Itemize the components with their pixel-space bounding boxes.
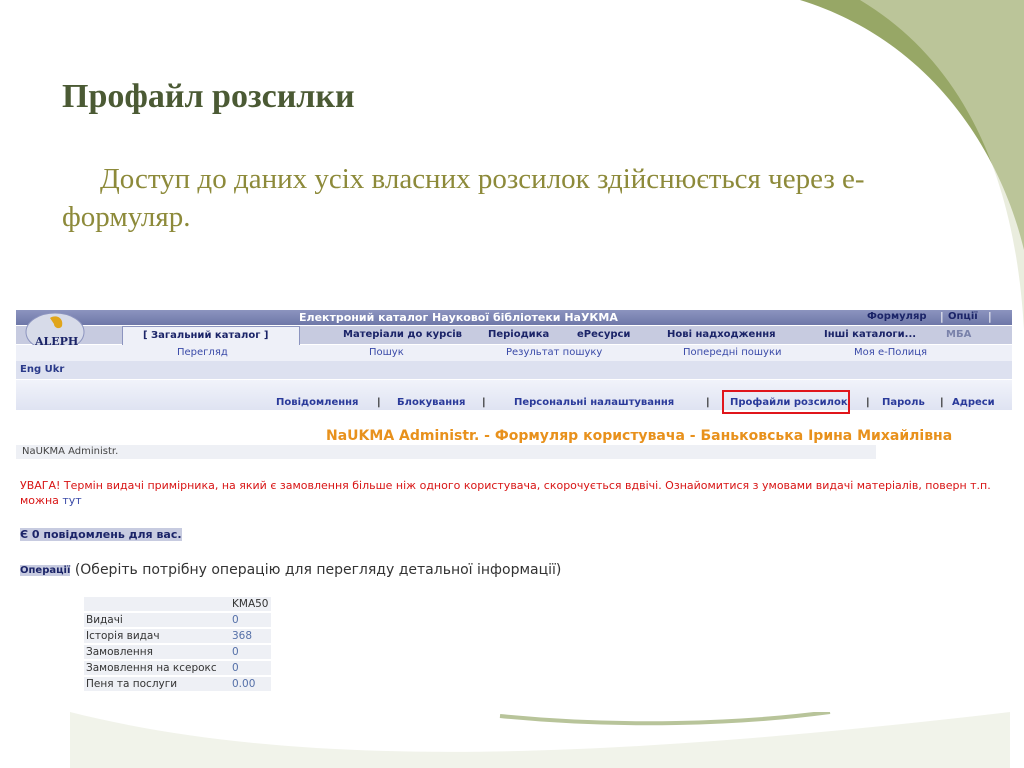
tab-other-catalogs[interactable]: Інші каталоги... [824, 329, 916, 340]
operations-hint: (Оберіть потрібну операцію для перегляду… [74, 562, 562, 578]
table-row[interactable]: Видачі 0 [84, 613, 271, 627]
nav-previous-searches[interactable]: Попередні пошуки [683, 347, 782, 358]
catalog-screenshot: Електроний каталог Наукової бібліотеки Н… [16, 310, 1012, 712]
messages-count[interactable]: Є 0 повідомлень для вас. [20, 528, 182, 541]
separator: | [706, 397, 710, 408]
tab-eresources[interactable]: еРесурси [577, 329, 630, 340]
row-label[interactable]: Пеня та послуги [84, 677, 230, 691]
account-nav-bar: Повідомлення | Блокування | Персональні … [16, 380, 1012, 410]
tab-general-catalog[interactable]: [ Загальний каталог ] [122, 326, 300, 347]
bottom-stroke-shape [499, 710, 831, 726]
table-row[interactable]: Історія видач 368 [84, 629, 271, 643]
sub-nav-bar: Перегляд Пошук Результат пошуку Попередн… [16, 345, 1012, 362]
separator: | [482, 397, 486, 408]
nav-addresses[interactable]: Адреси [952, 397, 995, 408]
warning-text: УВАГА! Термін видачі примірника, на який… [20, 478, 1010, 508]
highlight-box [722, 390, 850, 414]
row-label[interactable]: Замовлення [84, 645, 230, 659]
separator: | [988, 310, 992, 323]
title-bar: Електроний каталог Наукової бібліотеки Н… [16, 310, 1012, 325]
operations-label: Операції [20, 565, 71, 576]
slide-body-text: Доступ до даних усіх власних розсилок зд… [62, 163, 865, 233]
nav-search-results[interactable]: Результат пошуку [506, 347, 602, 358]
separator: | [940, 310, 944, 323]
warning-message: УВАГА! Термін видачі примірника, на який… [20, 479, 991, 507]
table-row[interactable]: Замовлення 0 [84, 645, 271, 659]
admin-label: NaUKMA Administr. [22, 446, 119, 457]
separator: | [377, 397, 381, 408]
separator: | [940, 397, 944, 408]
row-label[interactable]: Історія видач [84, 629, 230, 643]
patron-title: NaUKMA Administr. - Формуляр користувача… [326, 428, 953, 444]
link-options[interactable]: Опції [948, 311, 978, 322]
warning-link[interactable]: тут [62, 494, 81, 507]
table-row[interactable]: Пеня та послуги 0.00 [84, 677, 271, 691]
link-formulyar[interactable]: Формуляр [867, 311, 927, 322]
nav-my-eshelf[interactable]: Моя е-Полиця [854, 347, 927, 358]
table-row[interactable]: Замовлення на ксерокс 0 [84, 661, 271, 675]
nav-messages[interactable]: Повідомлення [276, 397, 358, 408]
nav-personal-settings[interactable]: Персональні налаштування [514, 397, 674, 408]
nav-password[interactable]: Пароль [882, 397, 925, 408]
row-value[interactable]: 368 [230, 629, 271, 643]
row-value[interactable]: 0.00 [230, 677, 271, 691]
slide-title: Профайл розсилки [62, 78, 355, 115]
window-title: Електроний каталог Наукової бібліотеки Н… [299, 311, 618, 324]
table-header-row: KMA50 [84, 597, 271, 611]
tab-mba[interactable]: МБА [946, 329, 971, 340]
language-bar: Eng Ukr [16, 361, 1012, 379]
row-label[interactable]: Замовлення на ксерокс [84, 661, 230, 675]
language-switch[interactable]: Eng Ukr [20, 364, 64, 375]
tab-periodicals[interactable]: Періодика [488, 329, 549, 340]
tab-course-materials[interactable]: Матеріали до курсів [343, 329, 462, 340]
row-value[interactable]: 0 [230, 645, 271, 659]
table-header-empty [84, 597, 230, 611]
nav-blocks[interactable]: Блокування [397, 397, 465, 408]
operations-table: KMA50 Видачі 0 Історія видач 368 Замовле… [84, 595, 271, 693]
tab-new-arrivals[interactable]: Нові надходження [667, 329, 776, 340]
operations-heading: Операції (Оберіть потрібну операцію для … [20, 562, 561, 578]
separator: | [866, 397, 870, 408]
nav-browse[interactable]: Перегляд [177, 347, 228, 358]
tab-general-catalog-label: [ Загальний каталог ] [143, 330, 269, 341]
table-column-header: KMA50 [230, 597, 271, 611]
row-label[interactable]: Видачі [84, 613, 230, 627]
row-value[interactable]: 0 [230, 661, 271, 675]
nav-search[interactable]: Пошук [369, 347, 404, 358]
admin-bar: NaUKMA Administr. [16, 445, 876, 459]
row-value[interactable]: 0 [230, 613, 271, 627]
